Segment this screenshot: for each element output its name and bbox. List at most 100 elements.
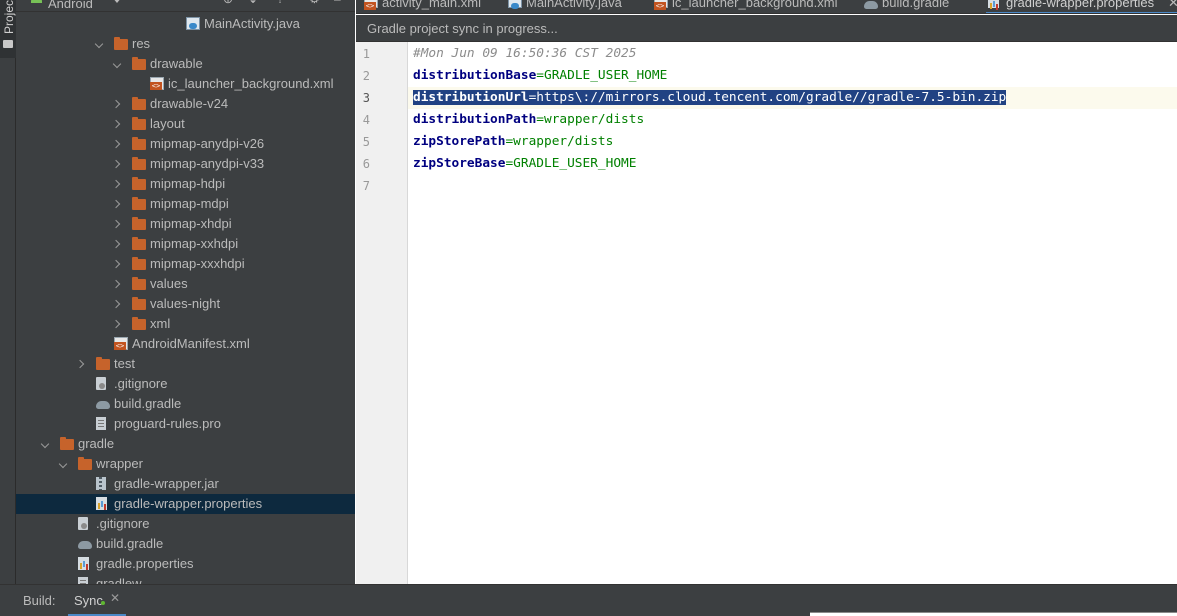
java-file-icon	[508, 0, 522, 9]
folder-file-icon	[132, 297, 146, 310]
tree-item[interactable]: res	[16, 34, 355, 54]
props-file-icon	[96, 497, 107, 510]
chevron-right-icon[interactable]	[114, 94, 124, 114]
tree-item-label: mipmap-anydpi-v26	[150, 136, 265, 151]
xml-file-icon	[150, 77, 164, 90]
chevron-right-icon[interactable]	[114, 234, 124, 254]
tree-item[interactable]: MainActivity.java	[16, 14, 355, 34]
folder-file-icon	[132, 57, 146, 70]
tree-item[interactable]: mipmap-xxxhdpi	[16, 254, 355, 274]
tree-item[interactable]: .gitignore	[16, 514, 355, 534]
tree-item[interactable]: AndroidManifest.xml	[16, 334, 355, 354]
tree-item-label: ic_launcher_background.xml	[168, 76, 334, 91]
tree-item[interactable]: mipmap-anydpi-v33	[16, 154, 355, 174]
code-line[interactable]: distributionBase=GRADLE_USER_HOME	[413, 65, 667, 87]
property-value: GRADLE_USER_HOME	[544, 68, 668, 83]
folder-file-icon	[114, 37, 128, 50]
locate-file-icon[interactable]: ⊕	[223, 0, 235, 5]
chevron-right-icon[interactable]	[114, 254, 124, 274]
chevron-down-icon[interactable]	[112, 0, 122, 3]
project-tool-tab[interactable]: Project	[0, 0, 16, 58]
xml-file-icon	[114, 337, 128, 350]
tree-item[interactable]: mipmap-xxhdpi	[16, 234, 355, 254]
xml-file-icon	[654, 0, 668, 10]
git-file-icon	[78, 517, 88, 530]
tree-item-label: res	[132, 36, 151, 51]
tree-item[interactable]: xml	[16, 314, 355, 334]
code-line[interactable]: distributionPath=wrapper/dists	[413, 109, 644, 131]
sync-status-text: Gradle project sync in progress...	[367, 21, 558, 36]
code-line[interactable]: zipStoreBase=GRADLE_USER_HOME	[413, 153, 636, 175]
tree-item[interactable]: .gitignore	[16, 374, 355, 394]
chevron-right-icon[interactable]	[114, 114, 124, 134]
chevron-right-icon[interactable]	[114, 194, 124, 214]
close-tab-icon[interactable]: ✕	[1168, 0, 1177, 13]
tree-item[interactable]: mipmap-anydpi-v26	[16, 134, 355, 154]
code-line[interactable]: #Mon Jun 09 16:50:36 CST 2025	[413, 43, 636, 65]
tree-item[interactable]: gradle.properties	[16, 554, 355, 574]
gradle-file-icon	[864, 0, 878, 9]
tree-item[interactable]: test	[16, 354, 355, 374]
expand-all-icon[interactable]: ⇣	[248, 0, 260, 5]
project-view-selector[interactable]: Android	[48, 0, 93, 11]
tree-item[interactable]: wrapper	[16, 454, 355, 474]
property-separator: =	[505, 156, 514, 171]
tree-item[interactable]: ic_launcher_background.xml	[16, 74, 355, 94]
line-number-gutter: 1 2 3 4 5 6 7	[356, 42, 408, 584]
tree-item[interactable]: values-night	[16, 294, 355, 314]
chevron-down-icon[interactable]	[60, 454, 70, 474]
chevron-right-icon[interactable]	[114, 294, 124, 314]
tree-item[interactable]: values	[16, 274, 355, 294]
tree-item-label: mipmap-hdpi	[150, 176, 226, 191]
code-line[interactable]: zipStorePath=wrapper/dists	[413, 131, 613, 153]
tree-item[interactable]: gradlew	[16, 574, 355, 584]
tree-item-label: build.gradle	[114, 396, 182, 411]
tree-item[interactable]: mipmap-xhdpi	[16, 214, 355, 234]
line-number: 3	[362, 91, 370, 105]
chevron-right-icon[interactable]	[114, 214, 124, 234]
chevron-right-icon[interactable]	[114, 314, 124, 334]
tree-item-label: values-night	[150, 296, 221, 311]
sync-running-indicator	[101, 601, 105, 605]
chevron-right-icon[interactable]	[114, 154, 124, 174]
tree-item-label: wrapper	[96, 456, 143, 471]
tree-item-label: gradle-wrapper.jar	[114, 476, 219, 491]
project-tool-label: Project	[2, 0, 16, 34]
tree-item[interactable]: mipmap-mdpi	[16, 194, 355, 214]
chevron-right-icon[interactable]	[114, 274, 124, 294]
folder-file-icon	[132, 137, 146, 150]
tree-item-label: gradlew	[96, 576, 142, 584]
tree-item[interactable]: gradle-wrapper.jar	[16, 474, 355, 494]
tree-item[interactable]: gradle-wrapper.properties	[16, 494, 355, 514]
chevron-down-icon[interactable]	[96, 34, 106, 54]
line-number: 2	[362, 69, 370, 83]
tree-item[interactable]: build.gradle	[16, 394, 355, 414]
gear-icon[interactable]: ⚙	[309, 0, 321, 5]
hide-panel-icon[interactable]: –	[334, 0, 346, 5]
sync-tab[interactable]: Sync ✕	[63, 585, 129, 616]
tree-item[interactable]: proguard-rules.pro	[16, 414, 355, 434]
property-separator: =	[536, 112, 544, 127]
tree-item[interactable]: gradle	[16, 434, 355, 454]
project-panel-header: Android ⊕ ⇣ ⇡ ⚙ –	[16, 0, 355, 12]
tree-item[interactable]: mipmap-hdpi	[16, 174, 355, 194]
tree-item[interactable]: drawable	[16, 54, 355, 74]
tree-item[interactable]: layout	[16, 114, 355, 134]
tree-item-label: drawable-v24	[150, 96, 229, 111]
collapse-all-icon[interactable]: ⇡	[275, 0, 287, 5]
code-line[interactable]: distributionUrl=https\://mirrors.cloud.t…	[413, 87, 1007, 109]
folder-file-icon	[96, 357, 110, 370]
jar-file-icon	[96, 477, 106, 490]
gradle-file-icon	[96, 397, 110, 410]
chevron-down-icon[interactable]	[42, 434, 52, 454]
tree-item[interactable]: drawable-v24	[16, 94, 355, 114]
build-label: Build:	[23, 593, 56, 608]
close-icon[interactable]: ✕	[110, 591, 120, 605]
code-editor[interactable]: 1 2 3 4 5 6 7 #Mon Jun 09 16:50:36 CST 2025 dis…	[356, 42, 1177, 584]
chevron-right-icon[interactable]	[78, 354, 88, 374]
chevron-right-icon[interactable]	[114, 174, 124, 194]
chevron-right-icon[interactable]	[114, 134, 124, 154]
chevron-down-icon[interactable]	[114, 54, 124, 74]
gradle-file-icon	[78, 537, 92, 550]
tree-item[interactable]: build.gradle	[16, 534, 355, 554]
